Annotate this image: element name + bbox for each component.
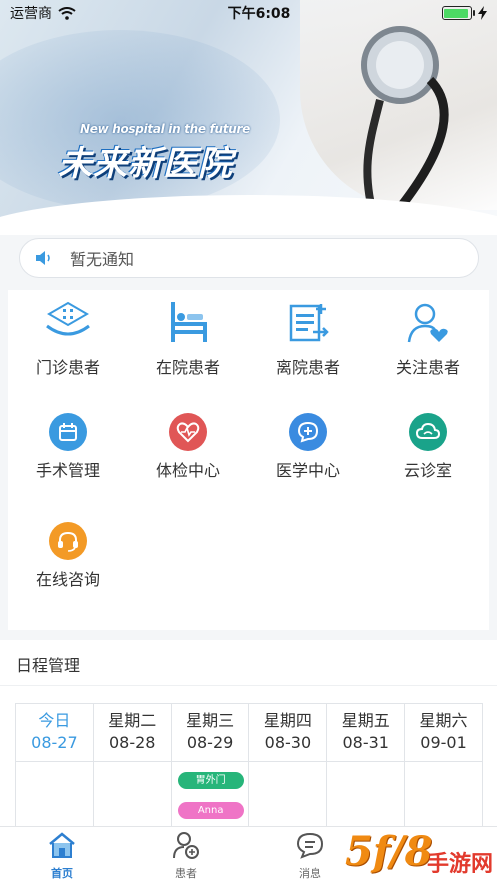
charging-bolt-icon — [477, 6, 487, 20]
home-icon — [49, 832, 75, 858]
tab-messages[interactable]: 消息 — [270, 831, 350, 881]
day-friday[interactable]: 星期五 08-31 — [327, 704, 406, 762]
grid-item-surgery[interactable]: 手术管理 — [8, 413, 128, 481]
schedule-section: 日程管理 今日 08-27 星期二 08-28 星期三 08-29 星期四 08… — [0, 640, 497, 832]
day-cell[interactable] — [405, 762, 483, 832]
function-grid: 门诊患者 在院患者 离院患者 关注患者 手术管理 体检中心 医学中心 云诊室 在… — [8, 290, 489, 630]
grid-item-cloud-clinic[interactable]: 云诊室 — [368, 413, 488, 481]
site-watermark: 5f/8 手游网 — [345, 826, 497, 883]
day-cell[interactable]: 胃外门 Anna — [171, 762, 250, 832]
day-tuesday[interactable]: 星期二 08-28 — [93, 704, 172, 762]
day-today[interactable]: 今日 08-27 — [16, 704, 94, 762]
calendar-icon — [49, 413, 87, 451]
watermark-text: 手游网 — [427, 852, 494, 877]
medical-bubble-icon — [289, 413, 327, 451]
tab-patients[interactable]: 患者 — [146, 831, 226, 881]
follow-heart-icon — [407, 303, 448, 343]
grid-label: 体检中心 — [155, 461, 220, 480]
speaker-icon — [36, 251, 50, 265]
grid-item-online-consult[interactable]: 在线咨询 — [8, 522, 128, 590]
headset-icon — [49, 522, 87, 560]
day-wednesday[interactable]: 星期三 08-29 — [171, 704, 250, 762]
date-label: 08-27 — [31, 733, 78, 752]
weekday-label: 星期三 — [186, 711, 235, 730]
grid-item-followed[interactable]: 关注患者 — [368, 300, 488, 378]
cloud-icon — [409, 413, 447, 451]
day-thursday[interactable]: 星期四 08-30 — [249, 704, 328, 762]
grid-item-discharged[interactable]: 离院患者 — [248, 300, 368, 378]
battery-icon — [441, 6, 475, 20]
logo-subtitle: New hospital in the future — [80, 122, 250, 136]
tab-label: 患者 — [175, 867, 197, 880]
grid-label: 云诊室 — [403, 461, 452, 480]
grid-label: 关注患者 — [395, 358, 460, 377]
event-pill[interactable]: Anna — [177, 802, 244, 819]
grid-label: 离院患者 — [275, 358, 340, 377]
heart-pulse-icon — [169, 413, 207, 451]
date-label: 09-01 — [420, 733, 467, 752]
carrier-label: 运营商 — [10, 6, 52, 22]
day-saturday[interactable]: 星期六 09-01 — [405, 704, 483, 762]
grid-label: 门诊患者 — [35, 358, 100, 377]
weekday-label: 星期四 — [263, 711, 312, 730]
message-icon — [296, 832, 324, 859]
weekday-label: 星期五 — [341, 711, 390, 730]
tab-home[interactable]: 首页 — [22, 831, 102, 881]
status-bar: 运营商 下午6:08 — [0, 0, 497, 26]
grid-item-medical-center[interactable]: 医学中心 — [248, 413, 368, 481]
watermark-logo: 5f/8 — [345, 828, 433, 875]
day-cell[interactable] — [327, 762, 406, 832]
wifi-icon — [58, 6, 76, 20]
stethoscope-icon — [361, 26, 449, 220]
tab-label: 消息 — [299, 867, 321, 880]
date-label: 08-30 — [264, 733, 312, 752]
grid-label: 医学中心 — [275, 461, 340, 480]
grid-label: 在院患者 — [155, 358, 220, 377]
weekday-label: 星期二 — [108, 711, 157, 730]
event-pill[interactable]: 胃外门 — [177, 772, 244, 789]
grid-item-outpatient[interactable]: 门诊患者 — [8, 300, 128, 378]
discharge-icon — [289, 304, 329, 342]
grid-item-inpatient[interactable]: 在院患者 — [128, 300, 248, 378]
logo-title: 未来新医院 — [58, 144, 233, 184]
date-label: 08-29 — [186, 733, 234, 752]
date-label: 08-28 — [108, 733, 156, 752]
grid-label: 手术管理 — [35, 461, 100, 480]
tab-label: 首页 — [51, 867, 73, 880]
schedule-title: 日程管理 — [16, 656, 81, 675]
notice-bar[interactable]: 暂无通知 — [19, 238, 479, 278]
patient-icon — [173, 832, 199, 859]
day-cell[interactable] — [16, 762, 94, 832]
weekday-label: 今日 — [38, 711, 71, 730]
grid-item-checkup[interactable]: 体检中心 — [128, 413, 248, 481]
weekday-label: 星期六 — [419, 711, 468, 730]
day-cell[interactable] — [249, 762, 328, 832]
date-label: 08-31 — [342, 733, 389, 752]
hospital-bed-icon — [171, 302, 207, 342]
notice-text: 暂无通知 — [70, 250, 135, 269]
outpatient-icon — [46, 301, 90, 336]
grid-label: 在线咨询 — [35, 570, 100, 589]
hero-banner: New hospital in the future 未来新医院 — [0, 0, 497, 235]
day-cell[interactable] — [93, 762, 172, 832]
schedule-calendar: 今日 08-27 星期二 08-28 星期三 08-29 星期四 08-30 星… — [15, 703, 483, 832]
clock: 下午6:08 — [227, 6, 291, 22]
